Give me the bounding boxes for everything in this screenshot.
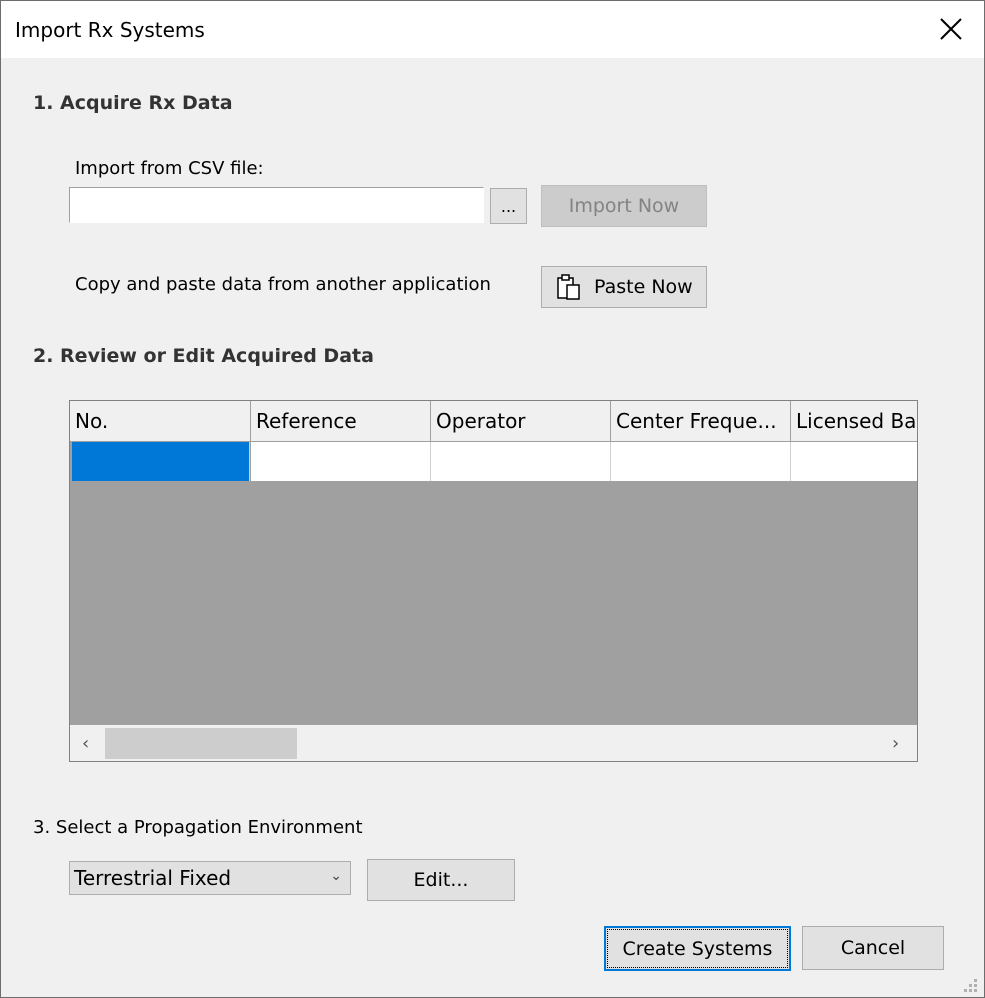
horizontal-scrollbar[interactable]: ‹ › [70, 725, 917, 761]
section-acquire-heading: 1. Acquire Rx Data [33, 92, 233, 114]
data-grid[interactable]: No. Reference Operator Center Freque... … [69, 400, 918, 762]
chevron-down-icon: ⌄ [330, 868, 342, 884]
table-cell[interactable] [431, 442, 611, 481]
cancel-button[interactable]: Cancel [802, 926, 944, 970]
close-button[interactable] [926, 9, 974, 51]
table-cell[interactable] [611, 442, 791, 481]
title-bar: Import Rx Systems [1, 1, 984, 58]
dialog-title: Import Rx Systems [15, 18, 205, 42]
close-icon [940, 18, 962, 40]
scroll-left-icon[interactable]: ‹ [82, 733, 89, 754]
create-systems-button[interactable]: Create Systems [604, 926, 791, 971]
paste-instruction-label: Copy and paste data from another applica… [75, 274, 491, 295]
import-now-button[interactable]: Import Now [541, 185, 707, 227]
clipboard-paste-icon [557, 274, 580, 300]
column-header-licensed-bandwidth[interactable]: Licensed Ba [791, 401, 917, 442]
csv-file-label: Import from CSV file: [75, 158, 264, 179]
resize-grip-icon[interactable] [964, 979, 978, 993]
paste-now-button[interactable]: Paste Now [541, 266, 707, 308]
edit-environment-button[interactable]: Edit... [367, 859, 515, 901]
csv-path-input[interactable] [69, 187, 484, 223]
paste-now-label: Paste Now [594, 276, 693, 298]
table-cell[interactable] [251, 442, 431, 481]
section-review-heading: 2. Review or Edit Acquired Data [33, 345, 374, 367]
column-header-no[interactable]: No. [70, 401, 251, 442]
column-header-center-frequency[interactable]: Center Freque... [611, 401, 791, 442]
scrollbar-thumb[interactable] [105, 728, 297, 759]
table-cell-selected[interactable] [72, 442, 250, 481]
import-rx-systems-dialog: Import Rx Systems 1. Acquire Rx Data Imp… [0, 0, 985, 998]
environment-dropdown[interactable]: Terrestrial Fixed ⌄ [69, 861, 351, 895]
focus-indicator [607, 929, 788, 968]
section-environment-heading: 3. Select a Propagation Environment [33, 817, 363, 838]
column-header-reference[interactable]: Reference [251, 401, 431, 442]
table-cell[interactable] [791, 442, 917, 481]
scroll-right-icon[interactable]: › [892, 733, 899, 754]
column-header-operator[interactable]: Operator [431, 401, 611, 442]
browse-button[interactable]: ... [490, 188, 527, 224]
environment-selected-value: Terrestrial Fixed [74, 866, 232, 890]
